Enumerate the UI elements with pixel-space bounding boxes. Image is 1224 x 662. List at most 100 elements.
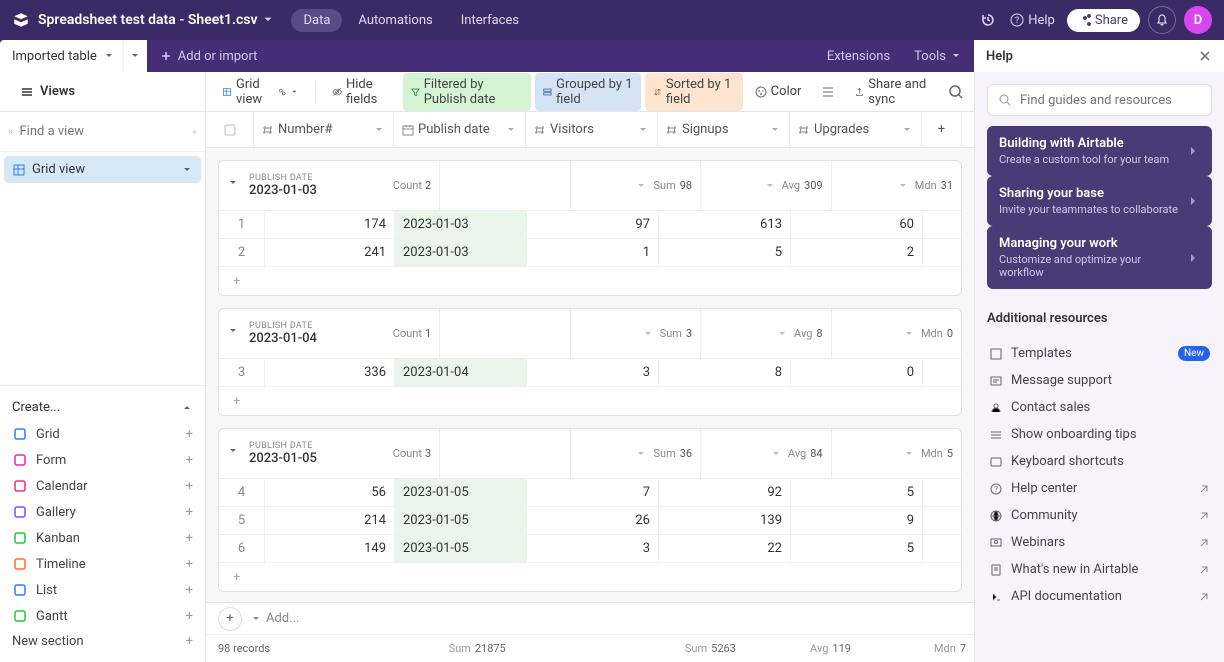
hide-fields-button[interactable]: Hide fields [324, 73, 399, 111]
help-link[interactable]: API documentation [987, 583, 1212, 610]
footer-add-row: + Add... [206, 602, 974, 634]
notifications-icon[interactable] [1148, 6, 1176, 34]
chevron-down-icon[interactable] [250, 613, 262, 625]
sort-button[interactable]: Sorted by 1 field [645, 73, 743, 111]
help-link[interactable]: What's new in Airtable [987, 556, 1212, 583]
chevron-down-icon[interactable] [181, 164, 193, 176]
table-row[interactable]: 4562023-01-057925 [219, 479, 961, 507]
create-header[interactable]: Create... [0, 394, 205, 421]
col-signups[interactable]: Signups [658, 112, 790, 147]
create-grid[interactable]: Grid+ [0, 421, 205, 447]
gear-icon[interactable] [192, 125, 198, 139]
help-card[interactable]: Managing your workCustomize and optimize… [987, 226, 1212, 289]
help-link[interactable]: TemplatesNew [987, 340, 1212, 367]
share-icon [855, 86, 864, 98]
views-sidebar: Views Grid view Create... Grid+Form+Cale… [0, 72, 206, 662]
help-search[interactable] [987, 84, 1212, 116]
collapse-icon[interactable] [227, 325, 239, 337]
topbar-help[interactable]: ?Help [1010, 13, 1055, 28]
share-button[interactable]: Share [1067, 9, 1140, 32]
row-height-button[interactable] [813, 81, 843, 103]
help-link[interactable]: Show onboarding tips [987, 421, 1212, 448]
col-upgrades[interactable]: Upgrades [790, 112, 922, 147]
history-icon[interactable] [974, 6, 1002, 34]
table-row[interactable]: 22412023-01-03152 [219, 239, 961, 267]
select-all-checkbox[interactable] [206, 112, 254, 147]
tools-link[interactable]: Tools [902, 40, 974, 72]
table-tab[interactable]: Imported table [0, 40, 123, 72]
base-title[interactable]: Spreadsheet test data - Sheet1.csv [38, 12, 257, 28]
calendar-icon [402, 124, 414, 136]
nav-interfaces[interactable]: Interfaces [449, 9, 531, 32]
views-button[interactable]: Views [12, 80, 83, 103]
add-import-button[interactable]: Add or import [148, 49, 270, 64]
create-gantt[interactable]: Gantt+ [0, 603, 205, 629]
external-link-icon [1198, 537, 1210, 549]
col-number[interactable]: Number# [254, 112, 394, 147]
new-section[interactable]: New section+ [0, 629, 205, 654]
title-caret-icon[interactable] [261, 13, 275, 27]
group-add-row[interactable]: + [219, 387, 961, 415]
help-link[interactable]: Message support [987, 367, 1212, 394]
col-visitors[interactable]: Visitors [526, 112, 658, 147]
view-item-grid[interactable]: Grid view [4, 156, 201, 183]
find-view-input[interactable] [20, 124, 186, 139]
table-row[interactable]: 61492023-01-053225 [219, 535, 961, 563]
add-column-button[interactable]: + [922, 112, 962, 147]
add-record-button[interactable]: + [218, 607, 242, 631]
table-row[interactable]: 33362023-01-04380 [219, 359, 961, 387]
filter-button[interactable]: Filtered by Publish date [403, 73, 531, 111]
column-headers: Number# Publish date Visitors Signups Up… [206, 112, 974, 148]
grid-view-name[interactable]: Grid view [214, 73, 307, 111]
collapse-icon[interactable] [227, 445, 239, 457]
help-panel: Building with AirtableCreate a custom to… [974, 72, 1224, 662]
user-avatar[interactable]: D [1184, 6, 1212, 34]
help-card[interactable]: Sharing your baseInvite your teammates t… [987, 176, 1212, 226]
nav-automations[interactable]: Automations [346, 9, 444, 32]
help-link[interactable]: Community [987, 502, 1212, 529]
create-gallery[interactable]: Gallery+ [0, 499, 205, 525]
group-add-row[interactable]: + [219, 267, 961, 295]
svg-text:?: ? [994, 485, 998, 494]
help-link[interactable]: ?Help center [987, 475, 1212, 502]
table-row[interactable]: 52142023-01-05261399 [219, 507, 961, 535]
color-button[interactable]: Color [747, 80, 810, 103]
help-link[interactable]: Contact sales [987, 394, 1212, 421]
external-link-icon [1198, 510, 1210, 522]
close-icon[interactable] [1198, 49, 1212, 63]
create-section: Create... Grid+Form+Calendar+Gallery+Kan… [0, 385, 205, 662]
eye-off-icon [332, 85, 342, 99]
help-section-title: Additional resources [987, 311, 1212, 326]
group-add-row[interactable]: + [219, 563, 961, 591]
create-list[interactable]: List+ [0, 577, 205, 603]
table-tab-menu[interactable] [123, 40, 147, 72]
group-header[interactable]: PUBLISH DATE2023-01-03Count 2Sum 98Avg 3… [219, 161, 961, 211]
create-calendar[interactable]: Calendar+ [0, 473, 205, 499]
color-icon [755, 86, 767, 98]
nav-data[interactable]: Data [291, 9, 342, 32]
create-timeline[interactable]: Timeline+ [0, 551, 205, 577]
create-kanban[interactable]: Kanban+ [0, 525, 205, 551]
table-row[interactable]: 11742023-01-039761360 [219, 211, 961, 239]
create-form[interactable]: Form+ [0, 447, 205, 473]
view-toolbar: Grid view Hide fields Filtered by Publis… [206, 72, 974, 112]
group: PUBLISH DATE2023-01-03Count 2Sum 98Avg 3… [218, 160, 962, 296]
hash-icon [798, 124, 810, 136]
group: PUBLISH DATE2023-01-04Count 1Sum 3Avg 8M… [218, 308, 962, 416]
grid-search-icon[interactable] [945, 78, 966, 106]
col-publish-date[interactable]: Publish date [394, 112, 526, 147]
search-icon [8, 125, 14, 139]
help-link[interactable]: Webinars [987, 529, 1212, 556]
group-header[interactable]: PUBLISH DATE2023-01-04Count 1Sum 3Avg 8M… [219, 309, 961, 359]
extensions-link[interactable]: Extensions [815, 40, 902, 72]
help-link[interactable]: Keyboard shortcuts [987, 448, 1212, 475]
topbar: Spreadsheet test data - Sheet1.csv Data … [0, 0, 1224, 40]
group-button[interactable]: Grouped by 1 field [535, 73, 641, 111]
group-header[interactable]: PUBLISH DATE2023-01-05Count 3Sum 36Avg 8… [219, 429, 961, 479]
help-card[interactable]: Building with AirtableCreate a custom to… [987, 126, 1212, 176]
collapse-icon[interactable] [227, 177, 239, 189]
share-sync-button[interactable]: Share and sync [847, 73, 941, 111]
grid-area: Grid view Hide fields Filtered by Publis… [206, 72, 974, 662]
help-search-input[interactable] [1020, 93, 1201, 108]
hash-icon [262, 124, 274, 136]
